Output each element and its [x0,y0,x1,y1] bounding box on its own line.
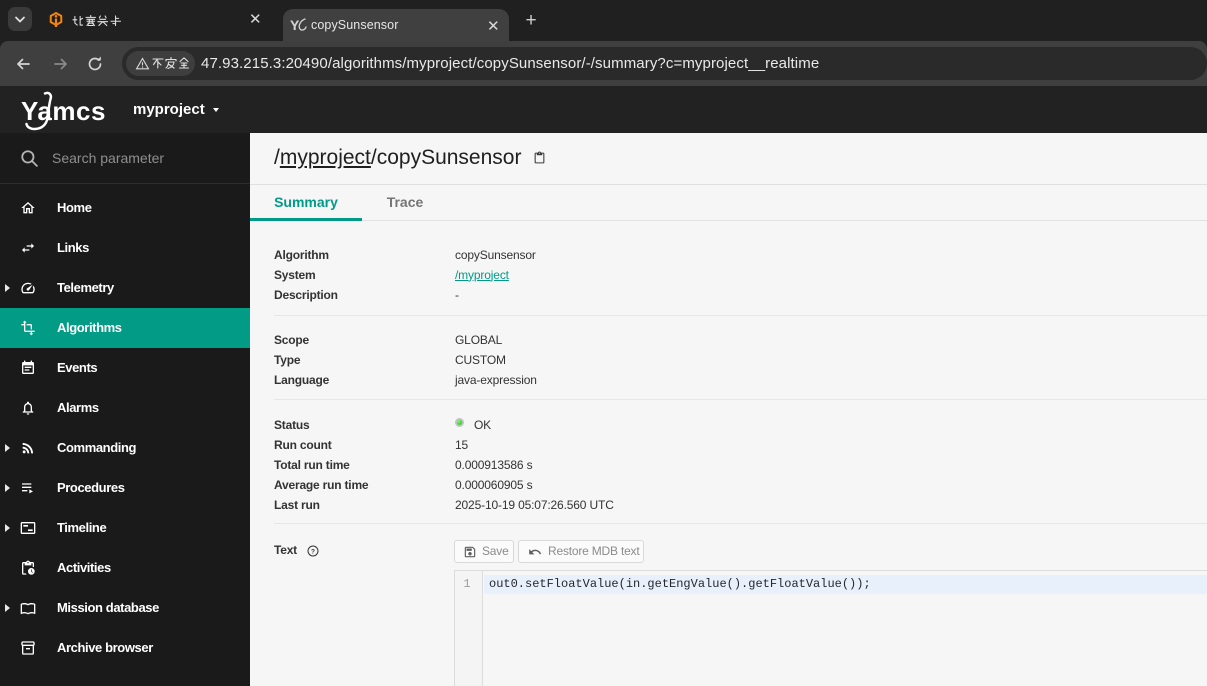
svg-text:?: ? [311,548,315,555]
